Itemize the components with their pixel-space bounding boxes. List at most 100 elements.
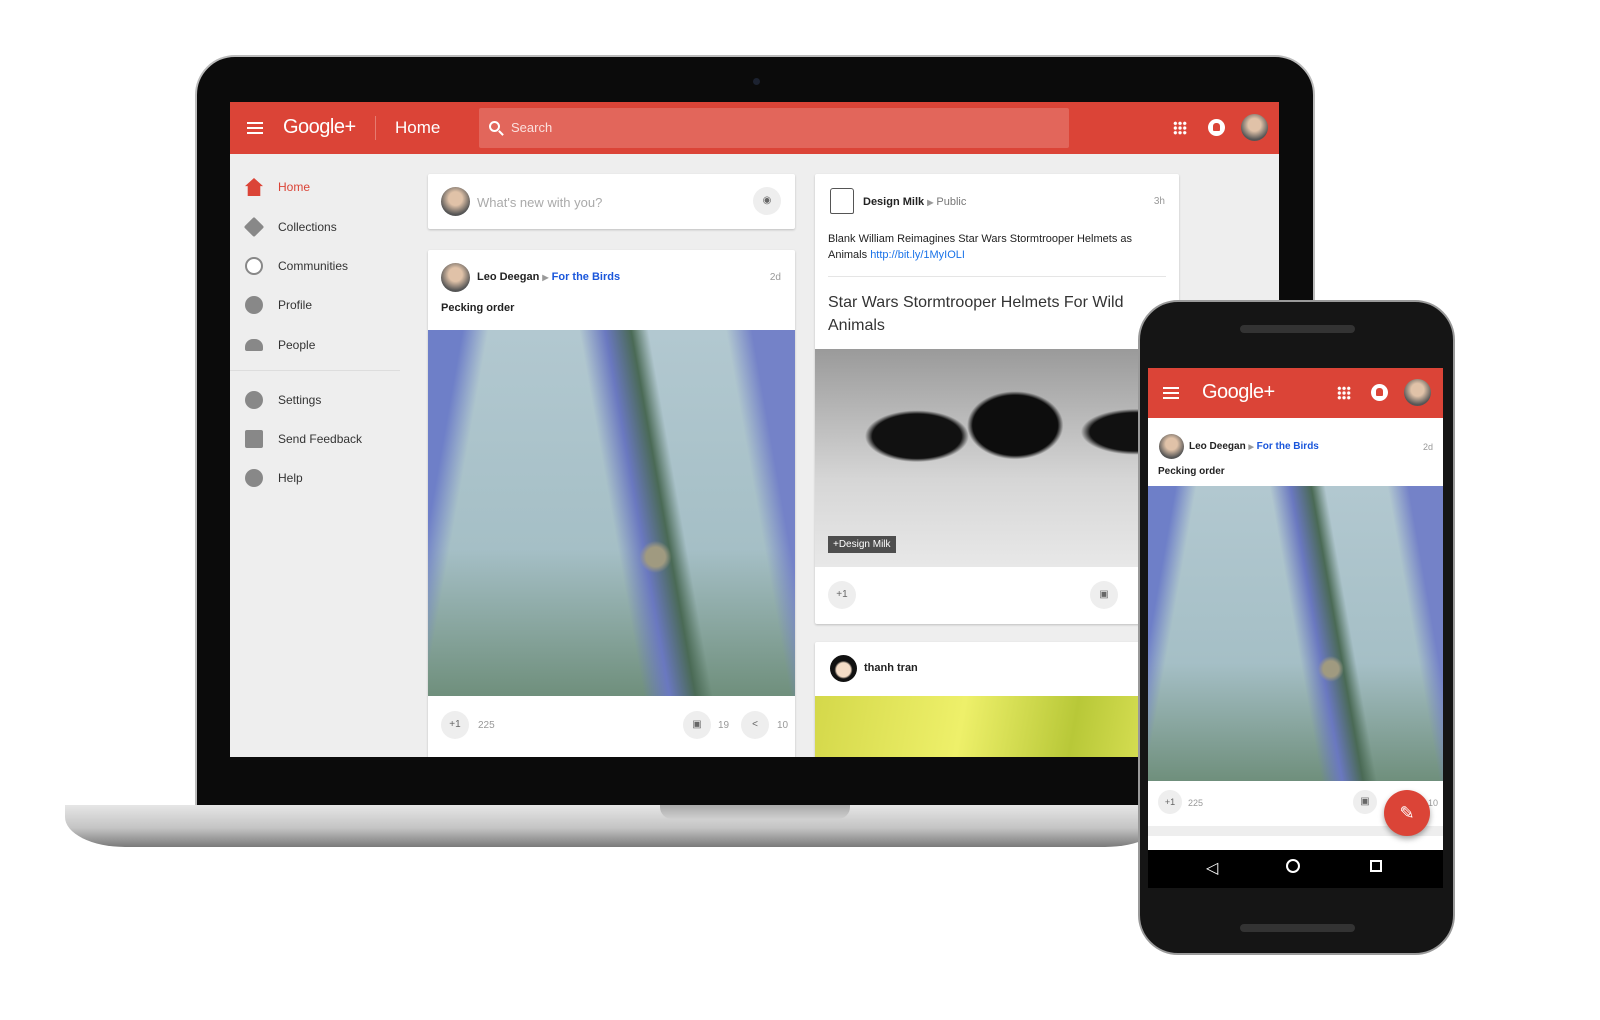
share-count: 10: [1428, 798, 1439, 808]
post-collection-link[interactable]: For the Birds: [1257, 441, 1319, 452]
post-author-line: Design Milk ▶ Public: [863, 196, 966, 208]
sidebar-item-label: Collections: [278, 220, 337, 234]
gear-icon: [245, 391, 263, 409]
post-author-line: Leo Deegan ▶ For the Birds: [1189, 441, 1319, 452]
sidebar-item-label: Help: [278, 471, 303, 485]
sidebar-item-profile[interactable]: Profile: [245, 295, 312, 315]
sidebar-divider: [230, 370, 400, 371]
search-placeholder: Search: [511, 120, 553, 135]
plus-one-count: 225: [1188, 798, 1204, 808]
post-title: Pecking order: [441, 302, 515, 314]
plus-one-button[interactable]: +1: [1158, 790, 1182, 814]
mobile-screen: Google+ Leo Deegan ▶ For the Birds 2d Pe…: [1148, 368, 1443, 888]
post-author[interactable]: Leo Deegan: [1189, 441, 1246, 452]
author-avatar[interactable]: [441, 263, 470, 292]
sidebar-item-settings[interactable]: Settings: [245, 390, 321, 410]
chevron-right-icon: ▶: [1248, 444, 1254, 451]
post-time: 2d: [1422, 442, 1433, 452]
communities-icon: [245, 257, 263, 275]
sidebar-item-help[interactable]: Help: [245, 468, 303, 488]
android-nav-bar: ◁: [1148, 850, 1443, 888]
plus-one-button[interactable]: +1: [441, 711, 469, 739]
sidebar-item-communities[interactable]: Communities: [245, 256, 348, 276]
comment-icon[interactable]: ▣: [1090, 581, 1118, 609]
share-count: 10: [777, 720, 789, 731]
post-title: Pecking order: [1158, 466, 1225, 477]
camera-icon[interactable]: ◉: [753, 187, 781, 215]
author-avatar[interactable]: [830, 655, 857, 682]
help-icon: [245, 469, 263, 487]
sidebar-item-send-feedback[interactable]: Send Feedback: [245, 429, 362, 449]
search-input[interactable]: Search: [479, 108, 1069, 148]
page-title: Home: [395, 118, 441, 137]
author-avatar[interactable]: [1159, 434, 1184, 459]
menu-icon[interactable]: [1163, 387, 1179, 399]
profile-icon: [245, 296, 263, 314]
post-author[interactable]: thanh tran: [864, 662, 918, 674]
back-icon[interactable]: ◁: [1206, 858, 1218, 878]
phone-speaker: [1240, 924, 1355, 932]
plus-one-button[interactable]: +1: [828, 581, 856, 609]
link-preview-title[interactable]: Star Wars Stormtrooper Helmets For Wild …: [828, 291, 1158, 337]
home-icon: [245, 178, 263, 196]
collections-icon: [243, 216, 265, 238]
sidebar-item-label: Settings: [278, 393, 322, 407]
sidebar-item-collections[interactable]: Collections: [243, 216, 337, 238]
sidebar-item-label: People: [278, 338, 316, 352]
divider: [828, 276, 1166, 277]
notifications-bell-icon[interactable]: [1371, 384, 1388, 401]
chevron-right-icon: ▶: [927, 198, 934, 207]
post-image-helmets[interactable]: [815, 349, 1179, 567]
recents-square-icon[interactable]: [1370, 860, 1382, 872]
post-image-bird[interactable]: [428, 330, 795, 696]
feedback-icon: [245, 430, 263, 448]
post-card: Leo Deegan ▶ For the Birds 2d Pecking or…: [428, 250, 795, 757]
pencil-icon[interactable]: ✎: [1384, 790, 1430, 836]
sidebar-item-home[interactable]: Home: [245, 177, 310, 197]
share-icon[interactable]: <: [741, 711, 769, 739]
post-collection-link[interactable]: For the Birds: [552, 271, 620, 283]
chevron-right-icon: ▶: [542, 273, 549, 282]
notifications-bell-icon[interactable]: [1208, 119, 1225, 136]
post-image[interactable]: [815, 696, 1179, 757]
composer-input[interactable]: What's new with you?: [477, 195, 602, 210]
apps-grid-icon[interactable]: [1337, 386, 1351, 400]
comment-icon[interactable]: ▣: [683, 711, 711, 739]
apps-grid-icon[interactable]: [1173, 121, 1187, 135]
divider: [375, 116, 376, 140]
post-card: Design Milk ▶ Public 3h Blank William Re…: [815, 174, 1179, 624]
menu-icon[interactable]: [247, 122, 263, 134]
design-milk-logo[interactable]: [830, 188, 854, 214]
post-author-line: Leo Deegan ▶ For the Birds: [477, 271, 620, 283]
account-avatar[interactable]: [1241, 114, 1268, 141]
image-tag[interactable]: +Design Milk: [828, 536, 896, 553]
post-time: 3h: [1153, 196, 1165, 207]
comment-count: 19: [718, 720, 730, 731]
comment-icon[interactable]: ▣: [1353, 790, 1377, 814]
post-url-link[interactable]: http://bit.ly/1MyIOLI: [870, 249, 965, 261]
mobile-top-app-bar: Google+: [1148, 368, 1443, 418]
user-avatar: [441, 187, 470, 216]
post-image-bird[interactable]: [1148, 486, 1443, 781]
google-plus-logo[interactable]: Google+: [1202, 381, 1275, 404]
laptop-notch: [660, 805, 850, 819]
sidebar-item-label: Home: [278, 180, 311, 194]
sidebar-item-label: Profile: [278, 298, 313, 312]
desktop-screen: Google+ Home Search Home Collections Com…: [230, 102, 1279, 757]
phone-speaker: [1240, 325, 1355, 333]
sidebar-item-label: Send Feedback: [278, 432, 363, 446]
post-text: Blank William Reimagines Star Wars Storm…: [828, 231, 1158, 263]
google-plus-logo[interactable]: Google+: [283, 116, 356, 139]
post-time: 2d: [769, 272, 781, 283]
post-author[interactable]: Design Milk: [863, 196, 924, 208]
search-icon: [489, 121, 500, 132]
laptop-base: [65, 805, 1165, 847]
post-author[interactable]: Leo Deegan: [477, 271, 539, 283]
home-circle-icon[interactable]: [1286, 859, 1300, 873]
top-app-bar: Google+ Home Search: [230, 102, 1279, 154]
account-avatar[interactable]: [1404, 379, 1431, 406]
post-visibility: Public: [936, 196, 967, 208]
sidebar-item-people[interactable]: People: [245, 335, 315, 355]
plus-one-count: 225: [478, 720, 495, 731]
composer-card[interactable]: What's new with you? ◉: [428, 174, 795, 229]
